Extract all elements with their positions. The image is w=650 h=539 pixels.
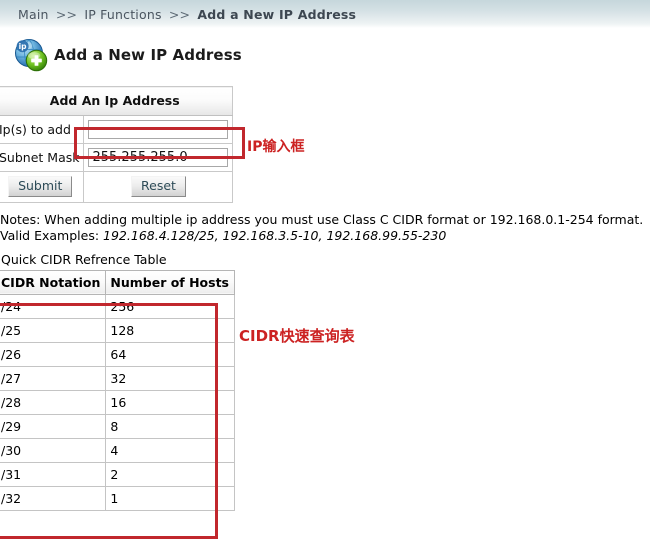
cidr-col-hosts: Number of Hosts	[105, 269, 236, 295]
table-row: /29 8	[0, 413, 236, 439]
cidr-hosts: 256	[105, 293, 236, 319]
add-ip-form-table: Add An Ip Address Ip(s) to add Subnet Ma…	[0, 86, 234, 203]
cidr-notation: /25	[0, 317, 107, 343]
breadcrumb-bar: Main >> IP Functions >> Add a New IP Add…	[0, 0, 650, 28]
breadcrumb-item-current: Add a New IP Address	[197, 6, 357, 22]
table-row: /30 4	[0, 437, 236, 463]
cidr-notation: /27	[0, 365, 107, 391]
reset-button[interactable]: Reset	[131, 176, 186, 197]
cidr-table-body: /24 256 /25 128 /26 64 /27 32 /28 16 /29…	[0, 293, 236, 511]
reset-cell: Reset	[83, 171, 234, 203]
ips-to-add-input[interactable]	[88, 120, 229, 139]
table-row: /24 256	[0, 293, 236, 319]
table-row: /28 16	[0, 389, 236, 415]
cidr-notation: /24	[0, 293, 107, 319]
cidr-notation: /32	[0, 485, 107, 511]
cidr-hosts: 32	[105, 365, 236, 391]
form-caption-row: Add An Ip Address	[0, 86, 234, 116]
cidr-notation: /26	[0, 341, 107, 367]
cidr-hosts: 2	[105, 461, 236, 487]
table-row: /26 64	[0, 341, 236, 367]
form-row-buttons: Submit Reset	[0, 171, 234, 203]
cidr-hosts: 4	[105, 437, 236, 463]
notes-block: Notes: When adding multiple ip address y…	[0, 212, 650, 244]
page-title: Add a New IP Address	[54, 45, 242, 64]
valid-examples-value: 192.168.4.128/25, 192.168.3.5-10, 192.16…	[103, 227, 447, 243]
breadcrumb: Main >> IP Functions >> Add a New IP Add…	[18, 7, 356, 22]
cidr-notation: /28	[0, 389, 107, 415]
valid-examples-label: Valid Examples:	[0, 227, 104, 243]
cidr-hosts: 16	[105, 389, 236, 415]
submit-cell: Submit	[0, 171, 85, 203]
breadcrumb-item-ip-functions[interactable]: IP Functions	[84, 7, 161, 22]
ip-globe-add-icon: ip	[14, 38, 48, 72]
add-ip-form-wrapper: Add An Ip Address Ip(s) to add Subnet Ma…	[0, 86, 650, 203]
table-row: /32 1	[0, 485, 236, 511]
form-caption: Add An Ip Address	[0, 86, 234, 116]
cidr-hosts: 128	[105, 317, 236, 343]
cidr-col-notation: CIDR Notation	[0, 269, 107, 295]
table-row: /31 2	[0, 461, 236, 487]
notes-line-1: Notes: When adding multiple ip address y…	[0, 211, 644, 227]
cidr-hosts: 8	[105, 413, 236, 439]
cidr-reference-table: CIDR Notation Number of Hosts /24 256 /2…	[0, 269, 236, 511]
annotation-label-ip-input: IP输入框	[247, 139, 305, 155]
subnet-mask-input[interactable]	[88, 148, 229, 167]
cidr-notation: /30	[0, 437, 107, 463]
form-row-subnet: Subnet Mask	[0, 143, 234, 172]
breadcrumb-separator: >>	[168, 6, 191, 22]
svg-text:ip: ip	[19, 41, 28, 50]
page-header: ip Add a New IP Address	[0, 28, 650, 72]
notes-line-2: Valid Examples: 192.168.4.128/25, 192.16…	[0, 228, 650, 244]
form-row-ips: Ip(s) to add	[0, 115, 234, 144]
table-row: /25 128	[0, 317, 236, 343]
cidr-header-row: CIDR Notation Number of Hosts	[0, 269, 236, 295]
submit-button[interactable]: Submit	[8, 176, 73, 197]
breadcrumb-item-main[interactable]: Main	[18, 7, 49, 22]
ips-to-add-label: Ip(s) to add	[0, 115, 85, 144]
annotation-label-cidr-table: CIDR快速查询表	[239, 327, 355, 345]
table-row: /27 32	[0, 365, 236, 391]
cidr-notation: /31	[0, 461, 107, 487]
cidr-notation: /29	[0, 413, 107, 439]
ips-to-add-cell	[83, 115, 234, 144]
subnet-mask-label: Subnet Mask	[0, 143, 85, 172]
breadcrumb-separator: >>	[55, 6, 78, 22]
cidr-table-title: Quick CIDR Refrence Table	[1, 251, 167, 267]
cidr-hosts: 64	[105, 341, 236, 367]
cidr-hosts: 1	[105, 485, 236, 511]
subnet-mask-cell	[83, 143, 234, 172]
